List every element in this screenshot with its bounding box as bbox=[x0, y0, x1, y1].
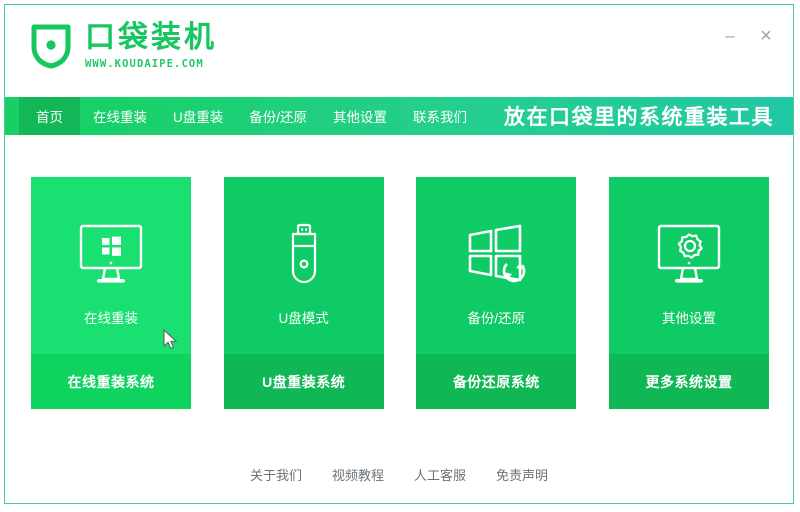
card-online-reinstall[interactable]: 在线重装 在线重装系统 bbox=[31, 177, 191, 409]
feature-card-grid: 在线重装 在线重装系统 U盘模式 U盘重装系统 备份/还原 备份还原系统 其他设… bbox=[31, 177, 769, 409]
footer-link-about-us[interactable]: 关于我们 bbox=[250, 465, 302, 484]
footer-link-video-tutorial[interactable]: 视频教程 bbox=[332, 465, 384, 484]
card-other-settings-body: 其他设置 bbox=[609, 177, 769, 354]
card-other-settings-footer[interactable]: 更多系统设置 bbox=[608, 354, 769, 409]
card-usb-mode-body: U盘模式 bbox=[224, 177, 384, 354]
card-online-reinstall-footer[interactable]: 在线重装系统 bbox=[31, 354, 191, 409]
nav-item-other-settings[interactable]: 其他设置 bbox=[320, 97, 400, 135]
card-usb-mode[interactable]: U盘模式 U盘重装系统 bbox=[223, 177, 384, 409]
card-online-reinstall-body: 在线重装 bbox=[31, 177, 191, 354]
card-backup-restore-label: 备份/还原 bbox=[467, 311, 526, 326]
brand-text-block: 口袋装机 WWW.KOUDAIPE.COM bbox=[85, 21, 217, 70]
title-bar: 口袋装机 WWW.KOUDAIPE.COM – × bbox=[5, 5, 793, 97]
brand-name: 口袋装机 bbox=[85, 21, 217, 54]
footer-link-customer-service[interactable]: 人工客服 bbox=[414, 465, 466, 484]
nav-item-contact-us[interactable]: 联系我们 bbox=[400, 97, 480, 135]
shield-badge-icon bbox=[29, 23, 73, 69]
card-backup-restore-body: 备份/还原 bbox=[416, 177, 576, 354]
monitor-windows-icon bbox=[31, 223, 191, 287]
nav-item-home[interactable]: 首页 bbox=[19, 97, 80, 135]
card-other-settings[interactable]: 其他设置 更多系统设置 bbox=[608, 177, 769, 409]
nav-item-backup-restore[interactable]: 备份/还原 bbox=[236, 97, 320, 135]
card-online-reinstall-label: 在线重装 bbox=[84, 311, 138, 326]
footer-link-disclaimer[interactable]: 免责声明 bbox=[496, 465, 548, 484]
card-usb-mode-footer[interactable]: U盘重装系统 bbox=[223, 354, 384, 409]
minimize-button[interactable]: – bbox=[717, 23, 743, 49]
navigation-bar: 首页 在线重装 U盘重装 备份/还原 其他设置 联系我们 放在口袋里的系统重装工… bbox=[5, 97, 793, 135]
windows-restore-icon bbox=[416, 223, 576, 287]
nav-item-usb-reinstall[interactable]: U盘重装 bbox=[160, 97, 236, 135]
slogan-text: 放在口袋里的系统重装工具 bbox=[504, 106, 775, 129]
brand-url: WWW.KOUDAIPE.COM bbox=[85, 58, 204, 70]
footer-link-bar: 关于我们 视频教程 人工客服 免责声明 bbox=[5, 465, 793, 484]
close-button[interactable]: × bbox=[753, 23, 779, 49]
card-other-settings-label: 其他设置 bbox=[661, 311, 716, 326]
card-usb-mode-label: U盘模式 bbox=[278, 311, 329, 326]
application-window: 口袋装机 WWW.KOUDAIPE.COM – × 首页 在线重装 U盘重装 备… bbox=[4, 4, 794, 504]
brand-logo: 口袋装机 WWW.KOUDAIPE.COM bbox=[29, 21, 217, 70]
card-backup-restore-footer[interactable]: 备份还原系统 bbox=[416, 354, 577, 409]
nav-item-online-reinstall[interactable]: 在线重装 bbox=[80, 97, 160, 135]
card-backup-restore[interactable]: 备份/还原 备份还原系统 bbox=[416, 177, 577, 409]
usb-drive-icon bbox=[224, 223, 384, 287]
monitor-gear-icon bbox=[609, 223, 769, 287]
